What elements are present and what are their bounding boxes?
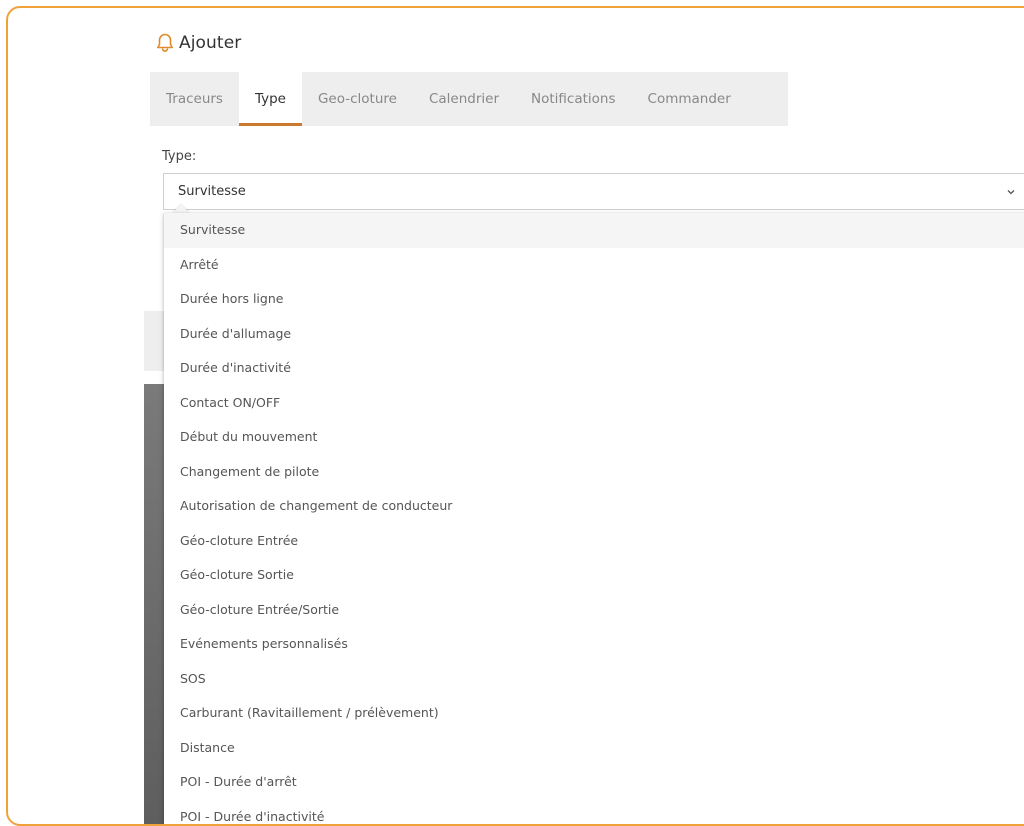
tab-calendrier[interactable]: Calendrier	[413, 72, 515, 126]
option-debut-mouvement[interactable]: Début du mouvement	[164, 420, 1024, 455]
option-geo-cloture-entree-sortie[interactable]: Géo-cloture Entrée/Sortie	[164, 593, 1024, 628]
page-title: Ajouter	[179, 33, 241, 53]
background-panel	[144, 311, 164, 371]
page-content: Ajouter Traceurs Type Geo-cloture Calend…	[8, 8, 1024, 824]
tab-notifications[interactable]: Notifications	[515, 72, 632, 126]
option-carburant[interactable]: Carburant (Ravitaillement / prélèvement)	[164, 696, 1024, 731]
option-contact-on-off[interactable]: Contact ON/OFF	[164, 386, 1024, 421]
option-distance[interactable]: Distance	[164, 731, 1024, 766]
option-duree-inactivite[interactable]: Durée d'inactivité	[164, 351, 1024, 386]
option-survitesse[interactable]: Survitesse	[164, 213, 1024, 248]
type-dropdown-list: Survitesse Arrêté Durée hors ligne Durée…	[164, 213, 1024, 826]
option-geo-cloture-entree[interactable]: Géo-cloture Entrée	[164, 524, 1024, 559]
type-select-value: Survitesse	[178, 184, 246, 199]
bell-icon	[155, 32, 175, 54]
app-frame: Ajouter Traceurs Type Geo-cloture Calend…	[6, 6, 1024, 826]
option-evenements-personnalises[interactable]: Evénements personnalisés	[164, 627, 1024, 662]
chevron-down-icon	[1006, 186, 1016, 196]
tab-type[interactable]: Type	[239, 72, 302, 126]
option-poi-duree-inactivite[interactable]: POI - Durée d'inactivité	[164, 800, 1024, 826]
type-label: Type:	[162, 149, 196, 164]
option-poi-duree-arret[interactable]: POI - Durée d'arrêt	[164, 765, 1024, 800]
background-overlay	[144, 384, 164, 824]
option-changement-pilote[interactable]: Changement de pilote	[164, 455, 1024, 490]
option-duree-hors-ligne[interactable]: Durée hors ligne	[164, 282, 1024, 317]
type-select[interactable]: Survitesse	[163, 173, 1024, 210]
tab-traceurs[interactable]: Traceurs	[150, 72, 239, 126]
option-geo-cloture-sortie[interactable]: Géo-cloture Sortie	[164, 558, 1024, 593]
page-header: Ajouter	[155, 32, 241, 54]
tab-bar: Traceurs Type Geo-cloture Calendrier Not…	[150, 72, 788, 126]
tab-commander[interactable]: Commander	[632, 72, 747, 126]
option-duree-allumage[interactable]: Durée d'allumage	[164, 317, 1024, 352]
option-arrete[interactable]: Arrêté	[164, 248, 1024, 283]
tab-geo-cloture[interactable]: Geo-cloture	[302, 72, 413, 126]
option-autorisation-changement-conducteur[interactable]: Autorisation de changement de conducteur	[164, 489, 1024, 524]
option-sos[interactable]: SOS	[164, 662, 1024, 697]
